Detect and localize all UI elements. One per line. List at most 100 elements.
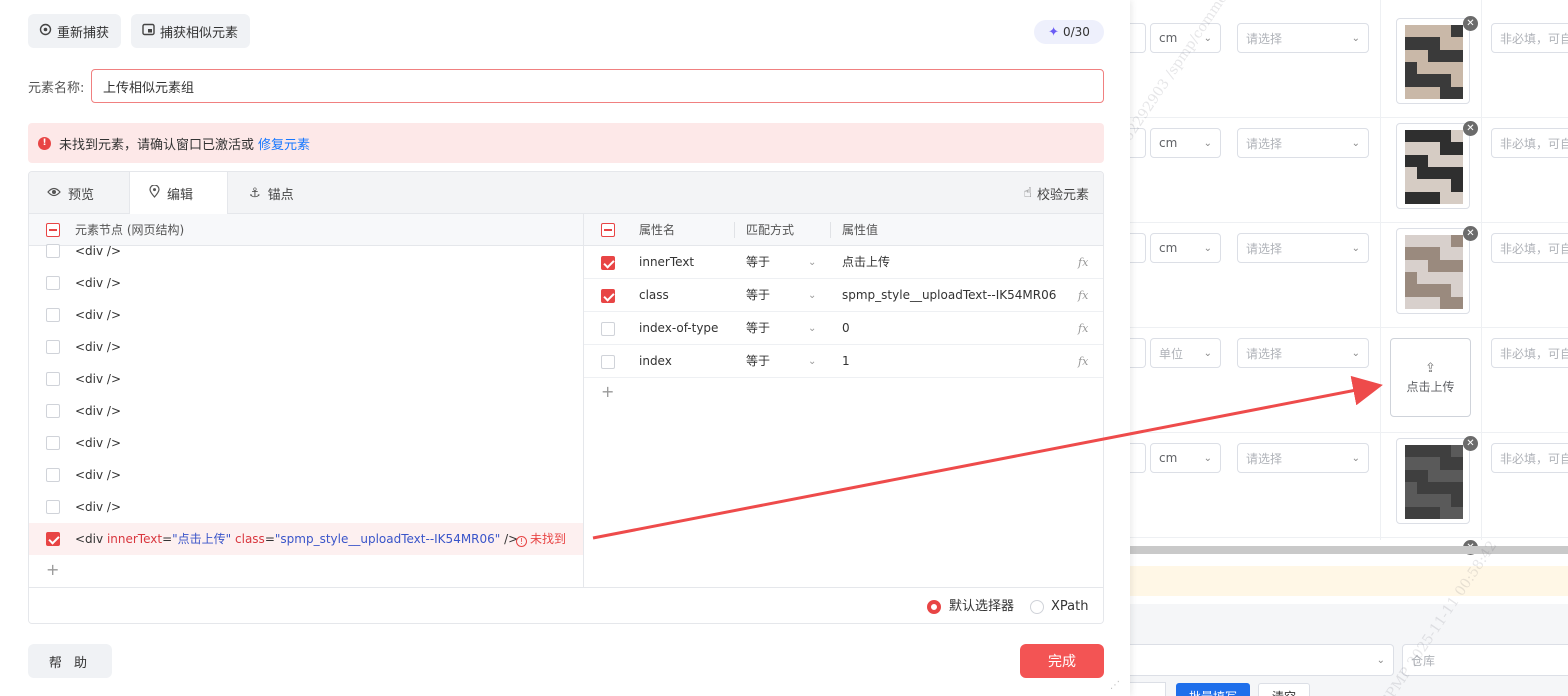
option-select[interactable]: 请选择 ⌄ (1237, 443, 1369, 473)
attribute-value-input[interactable]: 1 (842, 345, 850, 378)
selected-node-row[interactable]: <div innerText="点击上传" class="spmp_style_… (29, 523, 583, 555)
chevron-down-icon[interactable]: ⌄ (808, 312, 816, 345)
default-selector-radio[interactable] (927, 600, 941, 614)
match-mode-select[interactable]: 等于 (746, 312, 770, 345)
attribute-value-input[interactable]: 0 (842, 312, 850, 345)
default-selector-label[interactable]: 默认选择器 (949, 588, 1014, 623)
node-row[interactable]: <div /> (29, 299, 583, 331)
node-checkbox[interactable] (46, 276, 60, 290)
xpath-label[interactable]: XPath (1051, 588, 1088, 623)
node-checkbox[interactable] (46, 436, 60, 450)
pixel-block (1439, 191, 1452, 204)
unit-select[interactable]: 单位 ⌄ (1150, 338, 1221, 368)
match-mode-select[interactable]: 等于 (746, 345, 770, 378)
node-checkbox[interactable] (46, 404, 60, 418)
remove-image-icon[interactable]: ✕ (1463, 121, 1478, 136)
filter-select[interactable]: ⌄ (1130, 644, 1394, 676)
remove-image-icon[interactable]: ✕ (1463, 226, 1478, 241)
node-text: <div /> (75, 404, 122, 418)
node-row[interactable]: <div /> (29, 267, 583, 299)
pixel-block (1451, 445, 1463, 458)
chevron-down-icon[interactable]: ⌄ (808, 279, 816, 312)
node-checkbox[interactable] (46, 340, 60, 354)
product-thumbnail[interactable] (1396, 228, 1470, 314)
unit-select[interactable]: cm ⌄ (1150, 443, 1221, 473)
optional-input[interactable]: 非必填，可自 (1491, 233, 1568, 263)
chevron-down-icon: ⌄ (1351, 32, 1360, 44)
select-all-attrs-checkbox[interactable] (601, 223, 615, 237)
counter-text: 0/30 (1062, 25, 1090, 39)
node-checkbox[interactable] (46, 532, 60, 546)
chevron-down-icon[interactable]: ⌄ (808, 246, 816, 279)
attribute-value-input[interactable]: spmp_style__uploadText--IK54MR06 (842, 279, 1056, 312)
function-icon[interactable]: fx (1078, 246, 1088, 279)
node-row[interactable]: <div /> (29, 331, 583, 363)
tab-anchor[interactable]: ⚓ 锚点 (249, 172, 294, 214)
add-attribute-icon[interactable]: + (601, 382, 614, 401)
element-name-input[interactable]: 上传相似元素组 (91, 69, 1104, 103)
dimension-input[interactable] (1130, 23, 1146, 53)
attribute-checkbox[interactable] (601, 256, 615, 270)
dimension-input[interactable] (1130, 233, 1146, 263)
batch-input[interactable] (1130, 682, 1166, 696)
add-node-icon[interactable]: + (46, 560, 59, 579)
node-checkbox[interactable] (46, 372, 60, 386)
product-thumbnail[interactable] (1396, 438, 1470, 524)
optional-input[interactable]: 非必填，可自 (1491, 443, 1568, 473)
capture-similar-button[interactable]: 捕获相似元素 (131, 14, 251, 48)
done-button[interactable]: 完成 (1020, 644, 1104, 678)
option-select[interactable]: 请选择 ⌄ (1237, 338, 1369, 368)
node-row[interactable]: <div /> (29, 395, 583, 427)
repair-element-link[interactable]: 修复元素 (258, 134, 310, 153)
pixel-block (1416, 235, 1429, 248)
recapture-button[interactable]: 重新捕获 (28, 14, 122, 48)
help-button[interactable]: 帮 助 (28, 644, 112, 678)
optional-input[interactable]: 非必填，可自 (1491, 128, 1568, 158)
unit-select[interactable]: cm ⌄ (1150, 128, 1221, 158)
node-row[interactable]: <div /> (29, 459, 583, 491)
attribute-checkbox[interactable] (601, 322, 615, 336)
dimension-input[interactable] (1130, 338, 1146, 368)
clear-button[interactable]: 清空 (1258, 683, 1310, 696)
upload-button[interactable]: ⇪ 点击上传 (1390, 338, 1471, 417)
product-thumbnail[interactable] (1396, 123, 1470, 209)
option-select[interactable]: 请选择 ⌄ (1237, 233, 1369, 263)
verify-element-button[interactable]: ☝ 校验元素 (1023, 172, 1089, 214)
option-select[interactable]: 请选择 ⌄ (1237, 23, 1369, 53)
node-row[interactable]: <div /> (29, 491, 583, 523)
tab-edit[interactable]: 编辑 (129, 172, 228, 215)
node-checkbox[interactable] (46, 468, 60, 482)
dimension-input[interactable] (1130, 128, 1146, 158)
node-row[interactable]: <div /> (29, 363, 583, 395)
node-checkbox[interactable] (46, 308, 60, 322)
match-mode-select[interactable]: 等于 (746, 246, 770, 279)
tab-preview[interactable]: 预览 (47, 172, 94, 214)
horizontal-scrollbar[interactable] (1130, 546, 1568, 554)
node-checkbox[interactable] (46, 500, 60, 514)
option-select[interactable]: 请选择 ⌄ (1237, 128, 1369, 158)
product-thumbnail[interactable] (1396, 18, 1470, 104)
warehouse-select[interactable]: 仓库 (1402, 644, 1568, 676)
chevron-down-icon[interactable]: ⌄ (808, 345, 816, 378)
node-row[interactable]: <div /> (29, 427, 583, 459)
match-mode-select[interactable]: 等于 (746, 279, 770, 312)
function-icon[interactable]: fx (1078, 312, 1088, 345)
resize-grip-icon[interactable]: ⋰ (1110, 680, 1120, 691)
node-row[interactable]: <div /> (29, 235, 583, 267)
unit-select[interactable]: cm ⌄ (1150, 23, 1221, 53)
batch-fill-button[interactable]: 批量填写 (1176, 683, 1250, 696)
remove-image-icon[interactable]: ✕ (1463, 436, 1478, 451)
function-icon[interactable]: fx (1078, 279, 1088, 312)
attribute-value-input[interactable]: 点击上传 (842, 246, 890, 279)
pixel-block (1428, 235, 1440, 248)
optional-input[interactable]: 非必填，可自 (1491, 23, 1568, 53)
dimension-input[interactable] (1130, 443, 1146, 473)
attribute-checkbox[interactable] (601, 289, 615, 303)
function-icon[interactable]: fx (1078, 345, 1088, 378)
remove-image-icon[interactable]: ✕ (1463, 16, 1478, 31)
node-checkbox[interactable] (46, 244, 60, 258)
unit-select[interactable]: cm ⌄ (1150, 233, 1221, 263)
attribute-checkbox[interactable] (601, 355, 615, 369)
xpath-radio[interactable] (1030, 600, 1044, 614)
optional-input[interactable]: 非必填，可自 (1491, 338, 1568, 368)
